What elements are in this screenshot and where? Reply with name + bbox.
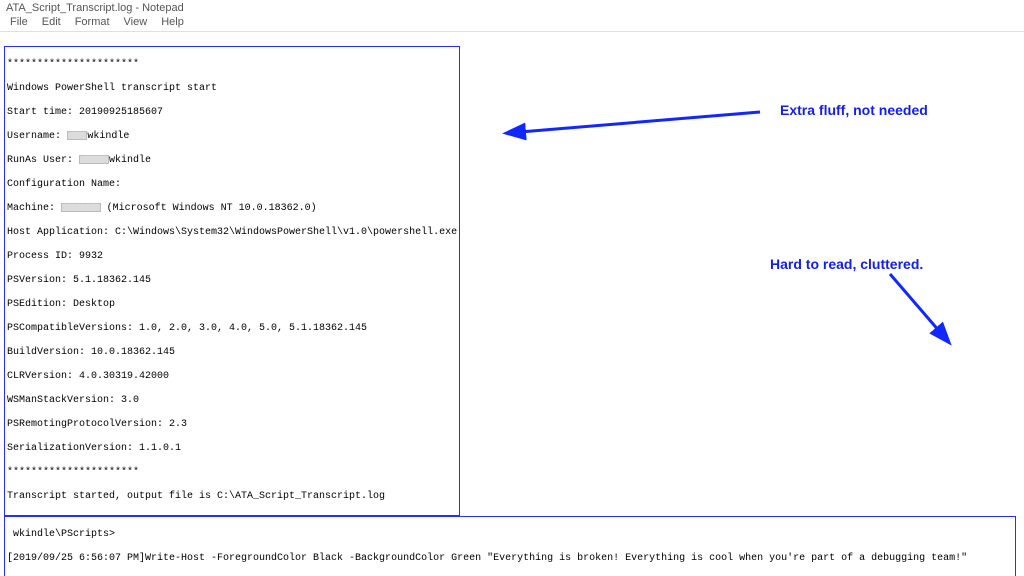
cmd-line: [2019/09/25 6:56:07 PM]Write-Host -Foreg… [7,553,1013,565]
body-box: wkindle\PScripts> [2019/09/25 6:56:07 PM… [4,516,1016,576]
header-line: Username: XXXwkindle [7,131,457,143]
header-line: PSRemotingProtocolVersion: 2.3 [7,419,457,431]
header-sep-bot: ********************** [7,467,457,479]
header-line: Start time: 20190925185607 [7,107,457,119]
prompt-line: wkindle\PScripts> [7,529,1013,541]
header-line: PSCompatibleVersions: 1.0, 2.0, 3.0, 4.0… [7,323,457,335]
header-line: Host Application: C:\Windows\System32\Wi… [7,227,457,239]
annotation-top: Extra fluff, not needed [780,104,928,116]
header-line: PSVersion: 5.1.18362.145 [7,275,457,287]
arrow-bottom-icon [830,262,970,342]
menu-help[interactable]: Help [155,15,190,29]
redacted: XXXXX [79,155,109,164]
menu-view[interactable]: View [118,15,154,29]
header-line: Machine: XXXXXXX (Microsoft Windows NT 1… [7,203,457,215]
header-line: SerializationVersion: 1.1.0.1 [7,443,457,455]
header-line: RunAs User: XXXXXwkindle [7,155,457,167]
menu-edit[interactable]: Edit [36,15,67,29]
header-line: CLRVersion: 4.0.30319.42000 [7,371,457,383]
header-box: ********************** Windows PowerShel… [4,46,460,516]
header-line: PSEdition: Desktop [7,299,457,311]
header-line: BuildVersion: 10.0.18362.145 [7,347,457,359]
window-title: ATA_Script_Transcript.log - Notepad [6,2,184,14]
text-area[interactable]: ********************** Windows PowerShel… [0,32,1024,576]
menu-bar: File Edit Format View Help [0,14,1024,32]
header-line: WSManStackVersion: 3.0 [7,395,457,407]
redacted: XXXXXXX [61,203,101,212]
header-sep-top: ********************** [7,59,457,71]
header-line: Windows PowerShell transcript start [7,83,457,95]
header-line: Process ID: 9932 [7,251,457,263]
window-title-bar: ATA_Script_Transcript.log - Notepad [0,0,1024,14]
menu-format[interactable]: Format [69,15,116,29]
header-line: Configuration Name: [7,179,457,191]
redacted: XXX [67,131,87,140]
header-line: Transcript started, output file is C:\AT… [7,491,457,503]
arrow-top-icon [500,92,780,152]
menu-file[interactable]: File [4,15,34,29]
